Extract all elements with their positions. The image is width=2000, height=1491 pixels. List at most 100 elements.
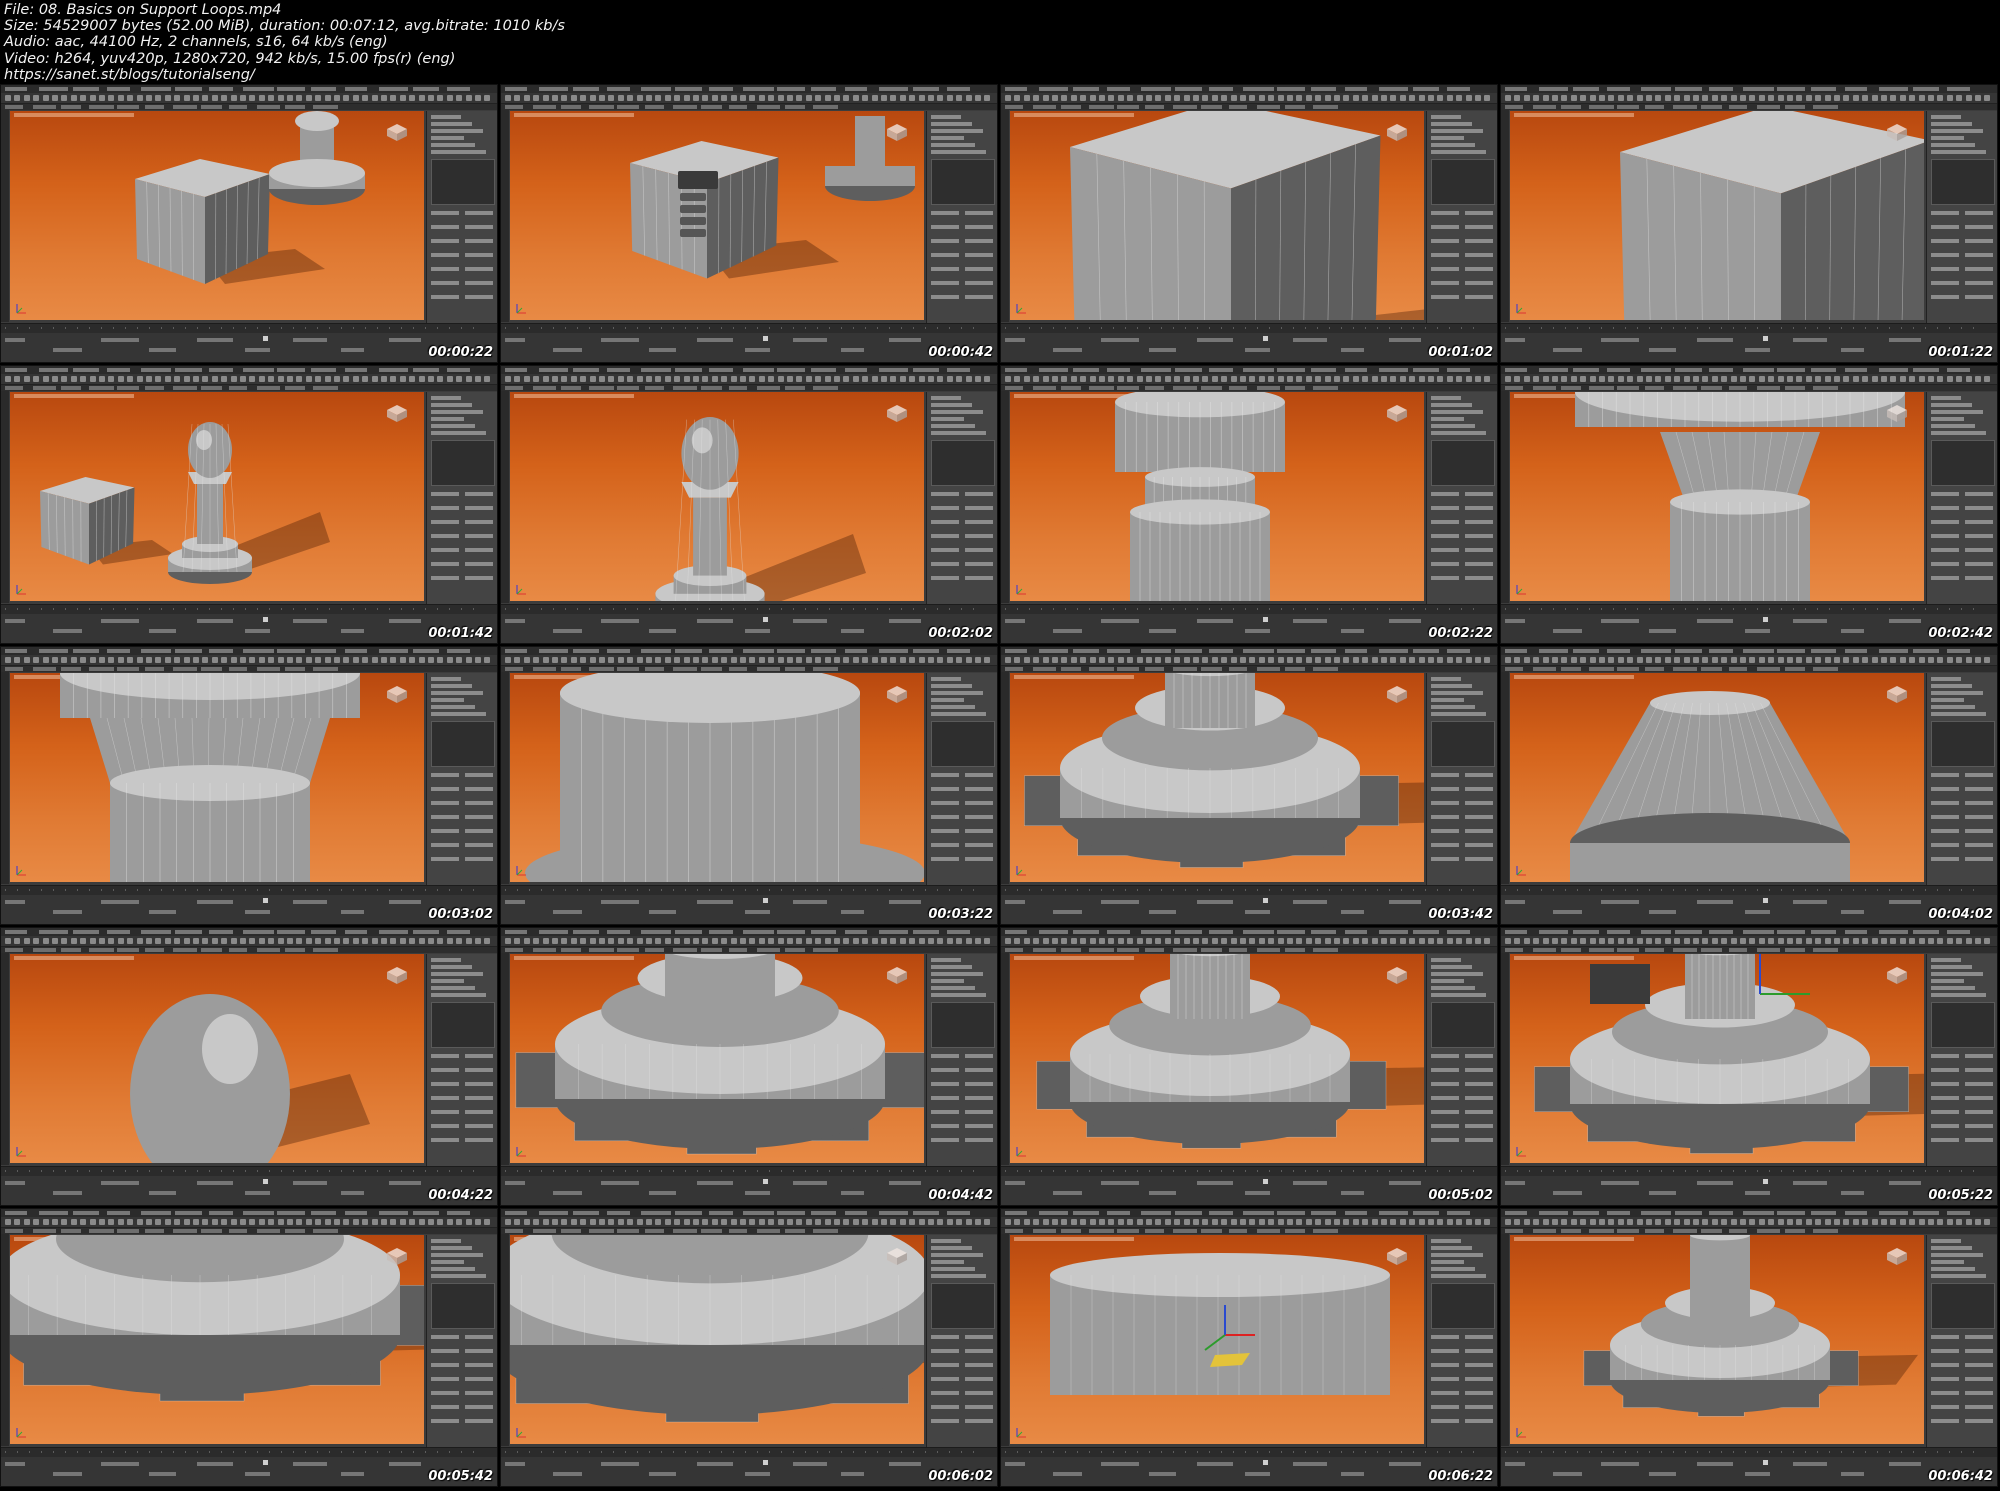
view-cube-icon <box>887 124 907 141</box>
perspective-viewport <box>510 1235 924 1444</box>
axis-tripod-icon <box>16 585 26 595</box>
command-panel <box>426 111 497 323</box>
status-bar <box>501 1176 997 1205</box>
left-toolbar <box>501 1234 509 1446</box>
play-icon <box>1763 336 1768 341</box>
main-toolbar <box>1 936 497 947</box>
play-icon <box>1263 1460 1268 1465</box>
status-bar <box>1001 895 1497 924</box>
menu-bar <box>501 366 997 374</box>
view-cube-icon <box>387 1248 407 1265</box>
modifier-stack <box>1931 440 1995 486</box>
modifier-stack <box>931 721 995 767</box>
modifier-stack <box>931 159 995 205</box>
left-toolbar <box>1501 391 1509 603</box>
main-toolbar <box>1 1217 497 1228</box>
command-panel <box>1426 954 1497 1166</box>
perspective-viewport <box>10 1235 424 1444</box>
axis-tripod-icon <box>1516 1428 1526 1438</box>
modeling-ribbon <box>1001 666 1497 672</box>
file-info-header: File: 08. Basics on Support Loops.mp4 Si… <box>0 0 2000 84</box>
axis-tripod-icon <box>1016 866 1026 876</box>
modifier-stack <box>1931 1283 1995 1329</box>
main-toolbar <box>1501 936 1997 947</box>
modeling-ribbon <box>1501 385 1997 391</box>
modifier-stack <box>431 1283 495 1329</box>
timestamp-label: 00:01:42 <box>428 626 493 641</box>
timeline <box>1001 1166 1497 1176</box>
timeline <box>501 323 997 333</box>
perspective-viewport <box>10 111 424 320</box>
file-name-line: File: 08. Basics on Support Loops.mp4 <box>4 2 282 18</box>
timeline <box>1 1447 497 1457</box>
modeling-ribbon <box>501 385 997 391</box>
timestamp-label: 00:00:42 <box>928 345 993 360</box>
left-toolbar <box>1501 1234 1509 1446</box>
play-icon <box>1263 617 1268 622</box>
view-cube-icon <box>1387 124 1407 141</box>
timeline <box>1 885 497 895</box>
status-bar <box>501 333 997 362</box>
perspective-viewport <box>1510 1235 1924 1444</box>
command-panel <box>926 111 997 323</box>
timestamp-label: 00:06:42 <box>1928 1469 1993 1484</box>
command-panel <box>1926 111 1997 323</box>
main-toolbar <box>1 93 497 104</box>
timestamp-label: 00:03:42 <box>1428 907 1493 922</box>
source-url-line: https://sanet.st/blogs/tutorialseng/ <box>4 66 255 83</box>
video-thumbnail: 00:04:22 <box>0 927 498 1206</box>
play-icon <box>263 1179 268 1184</box>
view-cube-icon <box>387 405 407 422</box>
timestamp-label: 00:05:22 <box>1928 1188 1993 1203</box>
timeline <box>1 323 497 333</box>
axis-tripod-icon <box>516 304 526 314</box>
timeline <box>1001 1447 1497 1457</box>
perspective-viewport <box>510 673 924 882</box>
model-render <box>1050 1253 1390 1395</box>
menu-bar <box>1501 366 1997 374</box>
menu-bar <box>1501 85 1997 93</box>
model-render <box>1534 954 1924 1154</box>
menu-bar <box>1 85 497 93</box>
menu-bar <box>1001 1209 1497 1217</box>
model-render <box>60 673 360 882</box>
status-bar <box>1001 1176 1497 1205</box>
view-cube-icon <box>387 967 407 984</box>
timeline <box>1501 323 1997 333</box>
perspective-viewport <box>510 954 924 1163</box>
modifier-stack <box>1931 159 1995 205</box>
timeline <box>1001 885 1497 895</box>
menu-bar <box>501 647 997 655</box>
model-render <box>1115 392 1285 601</box>
video-thumbnail: 00:05:42 <box>0 1208 498 1487</box>
model-render <box>630 116 915 279</box>
axis-tripod-icon <box>1516 866 1526 876</box>
model-render <box>1036 954 1424 1149</box>
perspective-viewport <box>510 392 924 601</box>
modeling-ribbon <box>501 104 997 110</box>
view-cube-icon <box>387 124 407 141</box>
status-bar <box>1001 333 1497 362</box>
axis-tripod-icon <box>516 585 526 595</box>
command-panel <box>926 673 997 885</box>
axis-tripod-icon <box>16 866 26 876</box>
main-toolbar <box>1001 936 1497 947</box>
view-cube-icon <box>1387 405 1407 422</box>
command-panel <box>1926 673 1997 885</box>
menu-bar <box>1 647 497 655</box>
modeling-ribbon <box>1 666 497 672</box>
perspective-viewport <box>1010 392 1424 601</box>
left-toolbar <box>1 953 9 1165</box>
menu-bar <box>501 1209 997 1217</box>
modifier-stack <box>931 1002 995 1048</box>
left-toolbar <box>1001 672 1009 884</box>
command-panel <box>1426 392 1497 604</box>
modifier-stack <box>1931 721 1995 767</box>
play-icon <box>263 336 268 341</box>
modeling-ribbon <box>501 1228 997 1234</box>
modifier-stack <box>431 1002 495 1048</box>
timestamp-label: 00:03:22 <box>928 907 993 922</box>
left-toolbar <box>1 391 9 603</box>
main-toolbar <box>1 655 497 666</box>
model-render <box>130 994 370 1163</box>
